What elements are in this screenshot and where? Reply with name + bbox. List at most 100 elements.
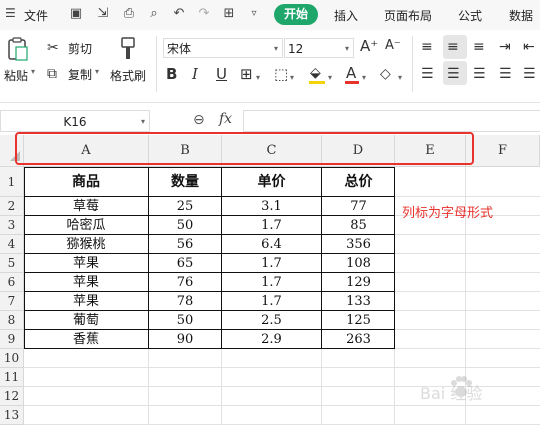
table-cell[interactable]: 苹果 bbox=[24, 292, 149, 311]
row-header-11[interactable]: 11 bbox=[0, 368, 24, 387]
paste-dropdown-icon[interactable]: ▾ bbox=[31, 67, 35, 76]
row-header-8[interactable]: 8 bbox=[0, 311, 24, 330]
row-header-1[interactable]: 1 bbox=[0, 167, 24, 197]
zoom-search-icon[interactable]: ⊖ bbox=[193, 112, 205, 128]
table-cell[interactable]: 1.7 bbox=[222, 254, 322, 273]
file-menu[interactable]: 文件 bbox=[24, 7, 48, 24]
menu-icon[interactable]: ☰ bbox=[5, 7, 17, 19]
chevron-down-icon[interactable]: ▾ bbox=[290, 70, 294, 86]
table-cell[interactable]: 56 bbox=[149, 235, 222, 254]
chevron-down-icon[interactable]: ▿ bbox=[246, 6, 262, 22]
save-icon[interactable]: ▣ bbox=[68, 6, 84, 22]
align-middle-icon[interactable]: ≡ bbox=[447, 39, 459, 55]
redo-icon[interactable]: ↷ bbox=[196, 6, 212, 22]
decrease-font-icon[interactable]: A⁻ bbox=[385, 38, 401, 54]
row-header-12[interactable]: 12 bbox=[0, 387, 24, 406]
table-header-cell[interactable]: 数量 bbox=[149, 167, 222, 197]
row-header-7[interactable]: 7 bbox=[0, 292, 24, 311]
align-bottom-icon[interactable]: ≡ bbox=[473, 39, 485, 55]
table-header-cell[interactable]: 单价 bbox=[222, 167, 322, 197]
formula-input[interactable] bbox=[243, 110, 540, 132]
table-format-icon[interactable]: ⊞ bbox=[221, 6, 237, 22]
row-header-2[interactable]: 2 bbox=[0, 197, 24, 216]
tab-home[interactable]: 开始 bbox=[274, 4, 318, 25]
align-center-icon[interactable]: ☰ bbox=[447, 66, 460, 82]
undo-icon[interactable]: ↶ bbox=[171, 6, 187, 22]
tab-formulas[interactable]: 公式 bbox=[458, 7, 482, 24]
table-cell[interactable]: 50 bbox=[149, 216, 222, 235]
chevron-down-icon[interactable]: ▾ bbox=[398, 70, 402, 86]
table-cell[interactable]: 香蕉 bbox=[24, 330, 149, 349]
paste-label[interactable]: 粘贴 bbox=[4, 67, 28, 84]
print-icon[interactable]: ⎙ bbox=[121, 6, 137, 22]
table-cell[interactable]: 65 bbox=[149, 254, 222, 273]
wrap-indent-icon[interactable]: ⇥ bbox=[499, 39, 511, 55]
copy-button[interactable]: 复制 bbox=[68, 66, 92, 83]
row-header-4[interactable]: 4 bbox=[0, 235, 24, 254]
align-right-icon[interactable]: ☰ bbox=[473, 66, 486, 82]
table-cell[interactable]: 1.7 bbox=[222, 216, 322, 235]
wrap-outdent-icon[interactable]: ⇤ bbox=[523, 39, 535, 55]
fill-color-icon[interactable]: ⬙ bbox=[308, 65, 326, 85]
name-box[interactable]: K16 ▾ bbox=[0, 110, 150, 132]
tab-data[interactable]: 数据 bbox=[509, 7, 533, 24]
table-cell[interactable]: 1.7 bbox=[222, 273, 322, 292]
table-header-cell[interactable]: 总价 bbox=[322, 167, 395, 197]
format-painter-button[interactable]: 格式刷 bbox=[110, 67, 146, 84]
table-cell[interactable]: 78 bbox=[149, 292, 222, 311]
table-cell[interactable]: 76 bbox=[149, 273, 222, 292]
cut-button[interactable]: 剪切 bbox=[68, 40, 92, 57]
table-cell[interactable]: 263 bbox=[322, 330, 395, 349]
table-cell[interactable]: 猕猴桃 bbox=[24, 235, 149, 254]
print-preview-icon[interactable]: ⌕ bbox=[146, 6, 162, 22]
table-cell[interactable]: 草莓 bbox=[24, 197, 149, 216]
distribute-icon[interactable]: ☰ bbox=[523, 66, 536, 82]
border-icon[interactable]: ⊞ bbox=[240, 66, 253, 82]
tab-page-layout[interactable]: 页面布局 bbox=[384, 7, 432, 24]
chevron-down-icon[interactable]: ▾ bbox=[362, 70, 366, 86]
table-cell[interactable]: 2.9 bbox=[222, 330, 322, 349]
table-cell[interactable]: 125 bbox=[322, 311, 395, 330]
bold-icon[interactable]: B bbox=[166, 66, 177, 82]
paste-button[interactable] bbox=[6, 36, 30, 62]
table-cell[interactable]: 哈密瓜 bbox=[24, 216, 149, 235]
format-painter-icon[interactable] bbox=[118, 36, 138, 62]
column-header-f[interactable]: F bbox=[466, 135, 540, 167]
increase-font-icon[interactable]: A⁺ bbox=[360, 38, 378, 54]
font-size-select[interactable]: 12 ▾ bbox=[284, 38, 354, 58]
justify-icon[interactable]: ☰ bbox=[499, 66, 512, 82]
chevron-down-icon[interactable]: ▾ bbox=[256, 70, 260, 86]
chevron-down-icon[interactable]: ▾ bbox=[328, 70, 332, 86]
eraser-icon[interactable]: ◇ bbox=[380, 66, 391, 82]
table-cell[interactable]: 25 bbox=[149, 197, 222, 216]
font-color-icon[interactable]: A bbox=[344, 65, 360, 85]
row-header-10[interactable]: 10 bbox=[0, 349, 24, 368]
row-header-6[interactable]: 6 bbox=[0, 273, 24, 292]
fill-effect-icon[interactable]: ⬚ bbox=[274, 66, 288, 82]
table-cell[interactable]: 6.4 bbox=[222, 235, 322, 254]
table-cell[interactable]: 50 bbox=[149, 311, 222, 330]
table-header-cell[interactable]: 商品 bbox=[24, 167, 149, 197]
font-name-select[interactable]: 宋体 ▾ bbox=[163, 38, 283, 58]
table-cell[interactable]: 108 bbox=[322, 254, 395, 273]
fx-button[interactable]: fx bbox=[219, 111, 232, 127]
table-cell[interactable]: 3.1 bbox=[222, 197, 322, 216]
row-header-3[interactable]: 3 bbox=[0, 216, 24, 235]
underline-icon[interactable]: U bbox=[216, 66, 227, 82]
table-cell[interactable]: 苹果 bbox=[24, 273, 149, 292]
table-cell[interactable]: 129 bbox=[322, 273, 395, 292]
align-top-icon[interactable]: ≡ bbox=[421, 39, 433, 55]
align-left-icon[interactable]: ☰ bbox=[421, 66, 434, 82]
table-cell[interactable]: 356 bbox=[322, 235, 395, 254]
table-cell[interactable]: 葡萄 bbox=[24, 311, 149, 330]
table-cell[interactable]: 77 bbox=[322, 197, 395, 216]
row-header-13[interactable]: 13 bbox=[0, 406, 24, 425]
row-header-9[interactable]: 9 bbox=[0, 330, 24, 349]
table-cell[interactable]: 1.7 bbox=[222, 292, 322, 311]
tab-insert[interactable]: 插入 bbox=[334, 7, 358, 24]
italic-icon[interactable]: I bbox=[192, 66, 198, 82]
export-icon[interactable]: ⇲ bbox=[95, 6, 111, 22]
copy-dropdown-icon[interactable]: ▾ bbox=[95, 67, 99, 76]
table-cell[interactable]: 90 bbox=[149, 330, 222, 349]
table-cell[interactable]: 85 bbox=[322, 216, 395, 235]
